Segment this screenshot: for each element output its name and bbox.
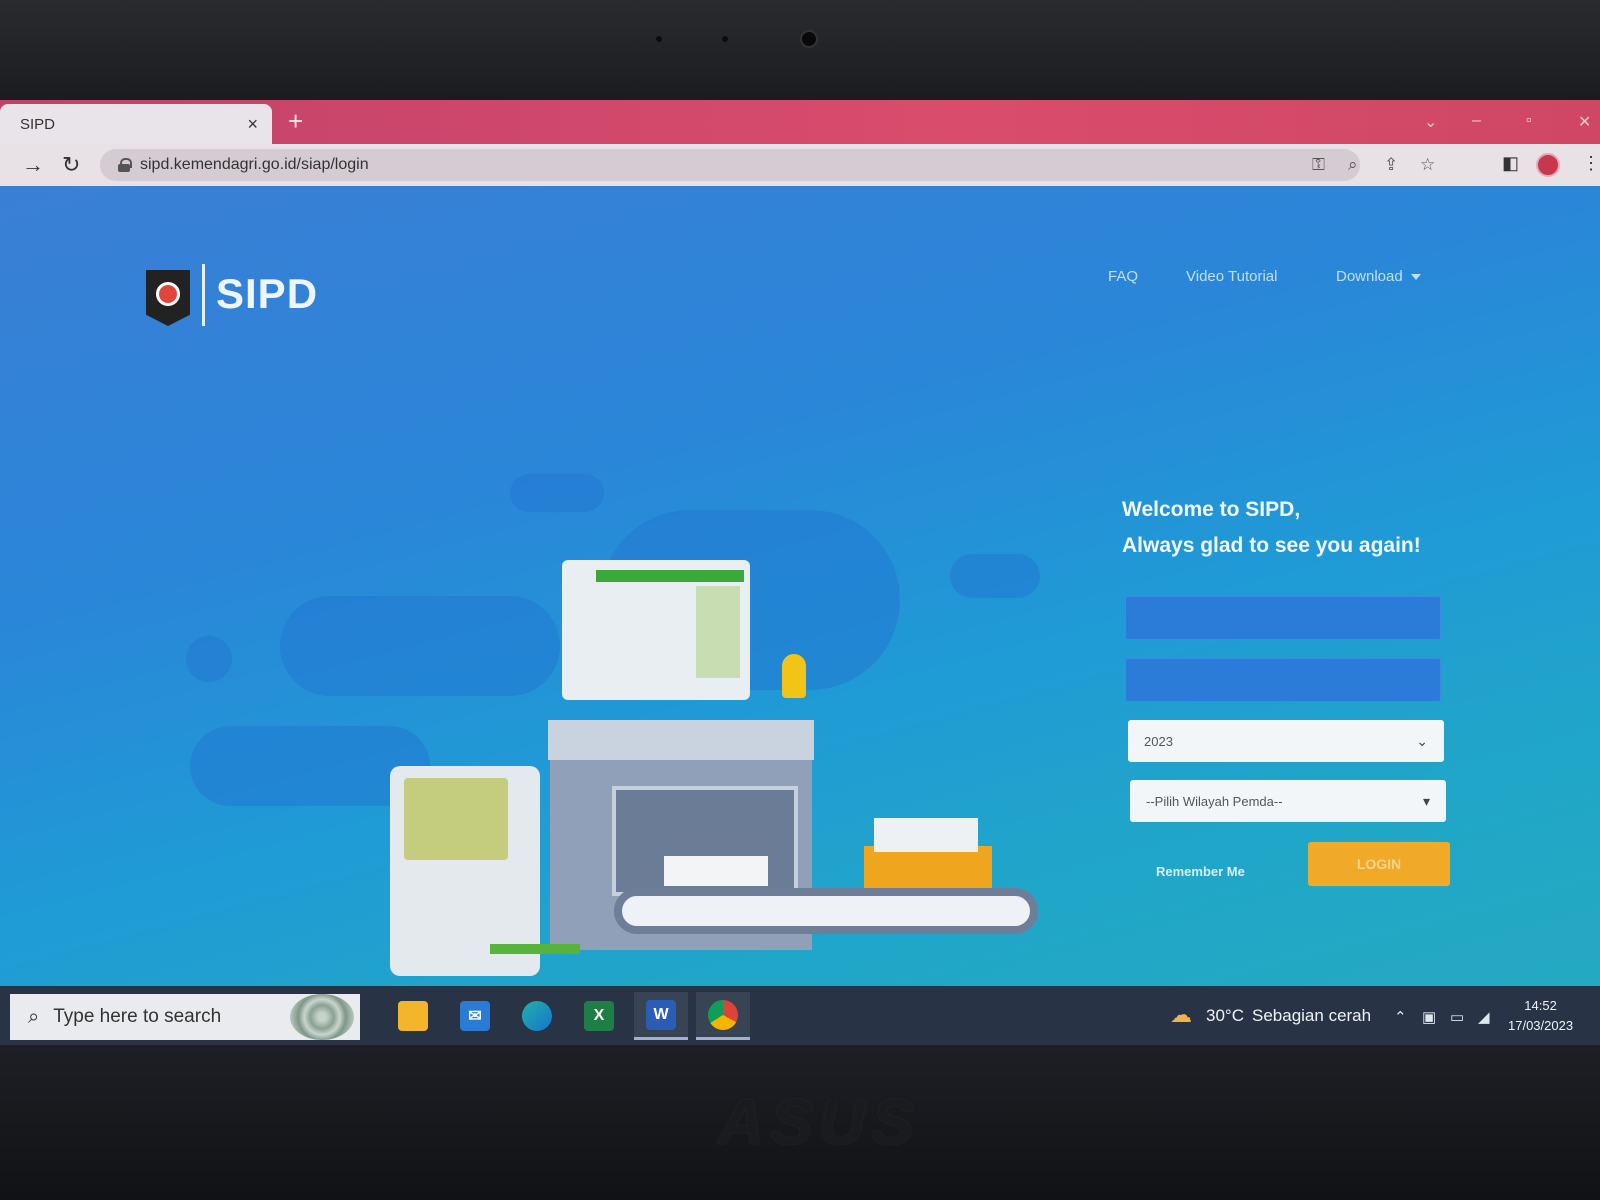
nav-faq-link[interactable]: FAQ xyxy=(1108,268,1138,285)
close-icon[interactable]: × xyxy=(247,114,258,135)
conveyor-belt xyxy=(614,888,1038,934)
taskbar-clock[interactable]: 14:52 17/03/2023 xyxy=(1508,996,1573,1036)
paper-shape xyxy=(664,856,768,886)
remember-me-checkbox[interactable]: Remember Me xyxy=(1156,864,1245,879)
lightbulb-shape xyxy=(782,654,806,698)
welcome-line-2: Always glad to see you again! xyxy=(1122,534,1421,557)
year-select[interactable]: 2023 ⌄ xyxy=(1128,720,1444,762)
lock-icon[interactable] xyxy=(118,158,132,172)
battery-icon[interactable]: ▭ xyxy=(1450,1008,1464,1026)
laptop-bezel-bottom: ASUS xyxy=(0,1045,1600,1200)
chevron-down-icon: ⌄ xyxy=(1416,732,1428,749)
sensor-dot xyxy=(722,36,728,42)
url-text: sipd.kemendagri.go.id/siap/login xyxy=(140,156,369,173)
new-tab-button[interactable]: + xyxy=(288,106,303,137)
nav-video-tutorial-link[interactable]: Video Tutorial xyxy=(1186,268,1277,285)
welcome-text: Welcome to SIPD, Always glad to see you … xyxy=(1122,492,1421,564)
windows-taskbar: ⌕ Type here to search ✉ X W ☁ 30°C Sebag… xyxy=(0,986,1600,1045)
webcam xyxy=(800,30,818,48)
region-select-value: --Pilih Wilayah Pemda-- xyxy=(1146,793,1283,809)
asus-logo: ASUS xyxy=(718,1086,920,1158)
password-input[interactable] xyxy=(1125,658,1441,702)
word-taskbar-button[interactable]: W xyxy=(634,992,688,1040)
reload-icon[interactable]: ↻ xyxy=(62,152,80,178)
weather-temp[interactable]: 30°C xyxy=(1206,1006,1244,1026)
maximize-icon[interactable]: ▫ xyxy=(1526,112,1532,130)
logo-emblem xyxy=(156,282,180,306)
mail-taskbar-button[interactable]: ✉ xyxy=(448,992,502,1040)
forward-icon[interactable]: → xyxy=(22,152,44,178)
logo-divider xyxy=(202,264,205,326)
cash-stack xyxy=(490,944,580,954)
browser-toolbar: → ↻ sipd.kemendagri.go.id/siap/login ⚿ ⌕… xyxy=(0,144,1600,186)
side-panel-icon[interactable]: ◧ xyxy=(1502,153,1519,174)
region-select[interactable]: --Pilih Wilayah Pemda-- ▾ xyxy=(1130,780,1446,822)
login-button[interactable]: LOGIN xyxy=(1308,842,1450,886)
weather-desc[interactable]: Sebagian cerah xyxy=(1252,1006,1371,1026)
sensor-dot xyxy=(656,36,662,42)
zoom-icon[interactable]: ⌕ xyxy=(1348,155,1358,175)
minimize-icon[interactable]: – xyxy=(1472,112,1481,130)
caret-down-icon: ▾ xyxy=(1422,792,1430,809)
address-bar[interactable]: sipd.kemendagri.go.id/siap/login ⚿ ⌕ ⇪ ☆ xyxy=(100,149,1435,181)
chevron-down-icon[interactable]: ⌄ xyxy=(1424,112,1437,132)
download-label: Download xyxy=(1336,268,1403,285)
year-select-value: 2023 xyxy=(1144,733,1173,749)
monitor-bar xyxy=(596,570,744,582)
device-icon[interactable]: ▣ xyxy=(1422,1008,1436,1026)
wifi-icon[interactable]: ◢ xyxy=(1478,1008,1490,1026)
search-icon: ⌕ xyxy=(28,1005,40,1028)
edge-taskbar-button[interactable] xyxy=(510,992,564,1040)
papers-in-box xyxy=(874,818,978,852)
cloud-shape xyxy=(186,636,232,682)
chrome-icon xyxy=(708,999,738,1030)
profile-avatar[interactable] xyxy=(1536,153,1560,177)
share-icon[interactable]: ⇪ xyxy=(1384,155,1398,175)
nav-download-dropdown[interactable]: Download xyxy=(1336,268,1421,285)
kebab-menu-icon[interactable]: ⋮ xyxy=(1582,153,1600,174)
browser-tab-sipd[interactable]: SIPD × xyxy=(0,104,272,144)
chrome-taskbar-button[interactable] xyxy=(696,992,750,1040)
laptop-bezel-top xyxy=(0,0,1600,100)
word-icon: W xyxy=(646,999,676,1030)
chevron-up-icon[interactable]: ⌃ xyxy=(1394,1008,1407,1026)
printer-screen xyxy=(404,778,508,860)
folder-icon xyxy=(398,1001,428,1031)
file-explorer-taskbar-button[interactable] xyxy=(386,992,440,1040)
welcome-line-1: Welcome to SIPD, xyxy=(1122,498,1301,521)
caret-down-icon xyxy=(1410,274,1421,281)
key-icon[interactable]: ⚿ xyxy=(1312,155,1325,175)
clock-time: 14:52 xyxy=(1524,998,1557,1013)
window-close-icon[interactable]: ✕ xyxy=(1578,112,1591,132)
excel-icon: X xyxy=(584,1001,614,1031)
brand-name[interactable]: SIPD xyxy=(216,270,318,318)
monitor-panel xyxy=(696,586,740,678)
login-page: SIPD FAQ Video Tutorial Download Welcome… xyxy=(0,186,1600,986)
username-input[interactable] xyxy=(1125,596,1441,640)
browser-tabbar: SIPD × + ⌄ – ▫ ✕ xyxy=(0,100,1600,144)
server-illustration xyxy=(340,466,1060,986)
box-shape xyxy=(864,846,992,888)
bookmark-star-icon[interactable]: ☆ xyxy=(1420,155,1435,175)
server-shelf xyxy=(548,720,814,760)
mail-icon: ✉ xyxy=(460,1001,490,1031)
laptop-screen: SIPD × + ⌄ – ▫ ✕ → ↻ sipd.kemendagri.go.… xyxy=(0,100,1600,1045)
fingerprint-widget-icon[interactable] xyxy=(290,994,354,1040)
clock-date: 17/03/2023 xyxy=(1508,1018,1574,1033)
tab-title: SIPD xyxy=(20,115,56,133)
search-placeholder: Type here to search xyxy=(53,1006,222,1027)
excel-taskbar-button[interactable]: X xyxy=(572,992,626,1040)
edge-icon xyxy=(522,1001,552,1031)
weather-icon[interactable]: ☁ xyxy=(1170,1002,1192,1028)
sipd-logo-shield[interactable] xyxy=(146,270,190,326)
